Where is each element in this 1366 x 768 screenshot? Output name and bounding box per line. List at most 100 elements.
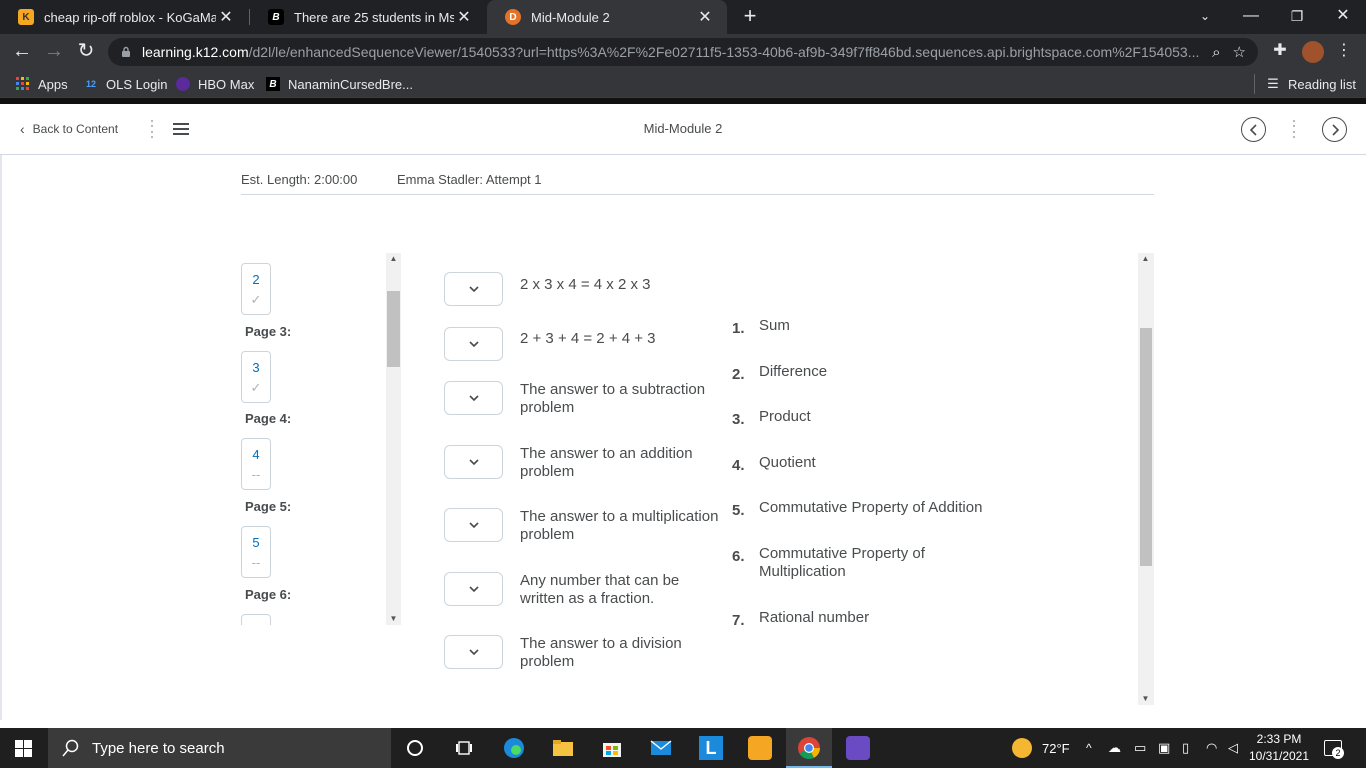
- previous-page-button[interactable]: [1241, 117, 1266, 142]
- close-icon[interactable]: ✕: [216, 7, 236, 27]
- lock-icon: [122, 46, 130, 57]
- chevron-down-icon: [468, 395, 479, 401]
- match-row: The answer to a subtraction problem: [444, 381, 720, 417]
- answer-dropdown[interactable]: [444, 635, 503, 669]
- chevron-down-icon: [468, 522, 479, 528]
- choice-number: 7.: [732, 612, 745, 629]
- chevron-down-icon: [468, 459, 479, 465]
- display-icon[interactable]: ▭: [1134, 728, 1146, 768]
- chevron-down-icon: [468, 586, 479, 592]
- restore-button[interactable]: ❐: [1274, 0, 1320, 34]
- bookmark-hbo-max[interactable]: HBO Max: [176, 75, 254, 93]
- choice-text: Commutative Property of Addition: [759, 499, 983, 516]
- answer-dropdown[interactable]: [444, 272, 503, 306]
- question-scrollbar[interactable]: ▲ ▼: [1138, 253, 1154, 705]
- weather-temp: 72°F: [1042, 740, 1070, 756]
- avatar[interactable]: [1302, 41, 1324, 63]
- page-label: Page 5:: [245, 499, 292, 514]
- match-prompt: The answer to a subtraction problem: [520, 381, 706, 416]
- tab-mid-module[interactable]: D Mid-Module 2 ✕: [487, 0, 727, 34]
- new-tab-button[interactable]: +: [738, 5, 762, 29]
- choice-text: Sum: [759, 317, 790, 334]
- bookmark-apps[interactable]: Apps: [16, 75, 68, 93]
- minimize-button[interactable]: —: [1228, 0, 1274, 34]
- url-path: /d2l/le/enhancedSequenceViewer/1540533?u…: [248, 44, 1200, 60]
- edge-icon[interactable]: [500, 734, 528, 762]
- bookmark-nanamin[interactable]: B NanaminCursedBre...: [266, 75, 413, 93]
- tab-kogama[interactable]: K cheap rip-off roblox - KoGaMa - ✕: [0, 0, 248, 34]
- notification-center-button[interactable]: 2: [1324, 728, 1354, 768]
- weather-widget[interactable]: 72°F: [1012, 728, 1070, 768]
- scroll-down-arrow[interactable]: ▼: [386, 613, 401, 625]
- reading-list-button[interactable]: ☰ Reading list: [1266, 75, 1356, 93]
- game-character-icon[interactable]: [844, 734, 872, 762]
- tab-search-icon[interactable]: ⌄: [1182, 0, 1228, 34]
- answer-dropdown[interactable]: [444, 445, 503, 479]
- tab-title: cheap rip-off roblox - KoGaMa -: [44, 9, 216, 25]
- choice-text: Quotient: [759, 454, 816, 471]
- windows-start-icon[interactable]: [15, 740, 32, 757]
- kebab-menu-icon[interactable]: ⋮: [1332, 40, 1356, 64]
- page-2-button[interactable]: 2 ✓: [241, 263, 271, 315]
- extensions-puzzle-icon[interactable]: ✚: [1268, 40, 1292, 64]
- page-4-button[interactable]: 4 --: [241, 438, 271, 490]
- estimated-length: Est. Length: 2:00:00: [241, 172, 358, 187]
- show-hidden-icons[interactable]: ^: [1086, 728, 1092, 768]
- close-icon[interactable]: ✕: [695, 7, 715, 27]
- zoom-icon[interactable]: ⌕: [1212, 44, 1220, 61]
- onedrive-icon[interactable]: ☁: [1108, 728, 1121, 768]
- bookmark-ols-login[interactable]: 12 OLS Login: [84, 75, 167, 93]
- task-view-icon[interactable]: [450, 734, 478, 762]
- scroll-up-arrow[interactable]: ▲: [386, 253, 401, 265]
- choice-text: Commutative Property of Multiplication: [759, 545, 925, 580]
- choice-item: 7. Rational number: [732, 609, 1009, 630]
- choice-text: Product: [759, 408, 811, 425]
- choice-text: Difference: [759, 363, 828, 380]
- system-clock[interactable]: 2:33 PM 10/31/2021: [1244, 731, 1314, 765]
- battery-icon[interactable]: ▯: [1182, 728, 1189, 768]
- match-row: 2 x 3 x 4 = 4 x 2 x 3: [444, 272, 720, 306]
- scroll-down-arrow[interactable]: ▼: [1138, 693, 1153, 705]
- chrome-icon: [795, 734, 823, 762]
- page-number: 3: [252, 360, 260, 375]
- tab-brainly[interactable]: B There are 25 students in Ms. Easc ✕: [250, 0, 486, 34]
- navigator-scrollbar[interactable]: ▲ ▼: [386, 253, 401, 625]
- cortana-icon[interactable]: [401, 734, 429, 762]
- star-icon[interactable]: ☆: [1233, 43, 1246, 61]
- game-app-icon[interactable]: [746, 734, 774, 762]
- page-5-button[interactable]: 5 --: [241, 526, 271, 578]
- file-explorer-icon[interactable]: [549, 734, 577, 762]
- scrollbar-thumb[interactable]: [1140, 328, 1152, 566]
- answer-dropdown[interactable]: [444, 327, 503, 361]
- answer-dropdown[interactable]: [444, 572, 503, 606]
- match-row: 2 + 3 + 4 = 2 + 4 + 3: [444, 327, 720, 361]
- page-label: Page 6:: [245, 587, 292, 602]
- close-icon[interactable]: ✕: [454, 7, 474, 27]
- wifi-icon[interactable]: ◠: [1206, 728, 1217, 768]
- reload-icon[interactable]: ↻: [74, 40, 98, 64]
- scrollbar-thumb[interactable]: [387, 291, 400, 367]
- scroll-up-arrow[interactable]: ▲: [1138, 253, 1153, 265]
- meet-now-icon[interactable]: ▣: [1158, 728, 1170, 768]
- quiz-content: Est. Length: 2:00:00 Emma Stadler: Attem…: [0, 155, 1366, 720]
- choice-text: Rational number: [759, 609, 870, 626]
- back-arrow-icon[interactable]: ←: [10, 40, 34, 64]
- volume-icon[interactable]: ◁: [1228, 728, 1238, 768]
- bookmark-label: NanaminCursedBre...: [288, 76, 413, 92]
- page-6-button[interactable]: 6: [241, 614, 271, 625]
- match-prompt: The answer to a multiplication problem: [520, 508, 719, 543]
- mail-icon[interactable]: [647, 734, 675, 762]
- taskbar-search[interactable]: Type here to search: [48, 728, 391, 768]
- answer-dropdown[interactable]: [444, 381, 503, 415]
- address-bar[interactable]: learning.k12.com/d2l/le/enhancedSequence…: [108, 38, 1258, 66]
- answer-dropdown[interactable]: [444, 508, 503, 542]
- forward-arrow-icon[interactable]: →: [42, 40, 66, 64]
- chevron-down-icon: [468, 286, 479, 292]
- next-page-button[interactable]: [1322, 117, 1347, 142]
- page-label: Page 4:: [245, 411, 292, 426]
- apps-grid-icon: [16, 77, 30, 91]
- store-icon[interactable]: [598, 734, 626, 762]
- page-3-button[interactable]: 3 ✓: [241, 351, 271, 403]
- window-close-button[interactable]: ✕: [1320, 0, 1366, 34]
- learning-app-icon[interactable]: L: [697, 734, 725, 762]
